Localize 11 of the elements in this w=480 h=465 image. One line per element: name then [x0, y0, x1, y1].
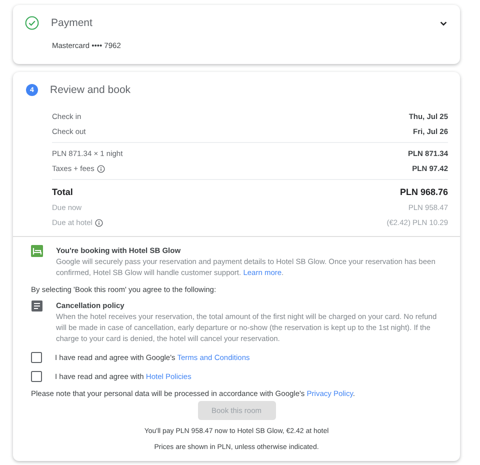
checkbox[interactable] — [31, 370, 42, 382]
section-title: Payment — [51, 17, 94, 29]
total-label: Total — [52, 187, 73, 197]
bed-icon — [31, 245, 43, 257]
chevron-down-icon[interactable] — [439, 18, 448, 28]
info-icon[interactable] — [95, 218, 104, 226]
total-value: PLN 968.76 — [400, 187, 448, 197]
section-title: Review and book — [50, 84, 132, 96]
info-icon[interactable] — [97, 164, 106, 172]
checkbox[interactable] — [31, 352, 42, 362]
document-icon — [31, 300, 43, 312]
